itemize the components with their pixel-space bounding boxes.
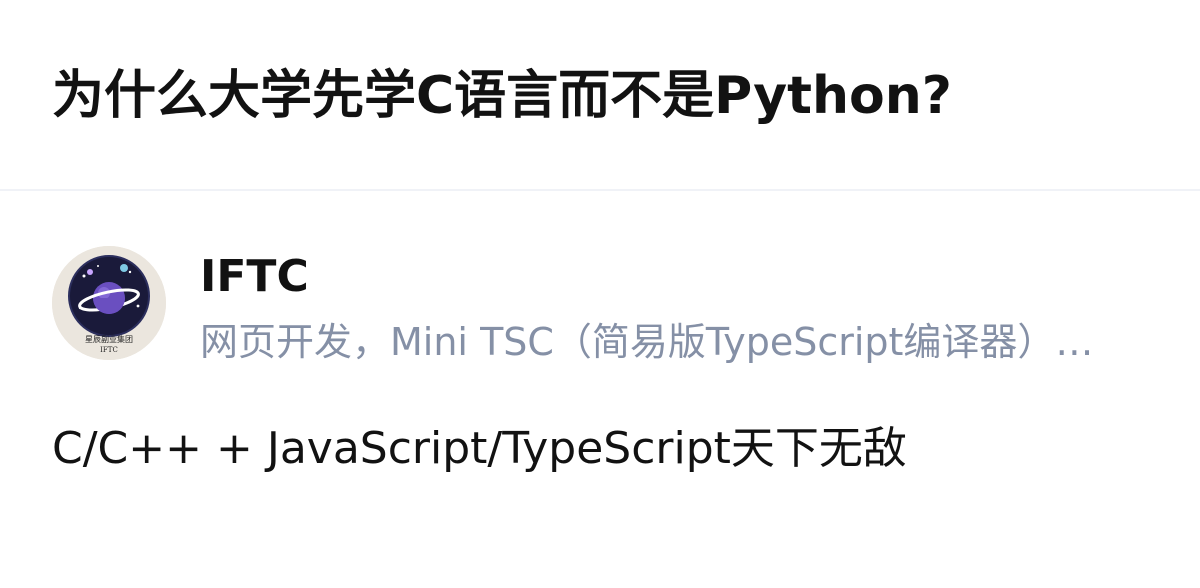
answer-excerpt[interactable]: C/C++ + JavaScript/TypeScript天下无敌 (52, 420, 1152, 478)
author-name[interactable]: IFTC (200, 250, 309, 304)
divider (0, 189, 1200, 191)
planet-logo-icon: 星辰副业集团 IFTC (52, 246, 166, 360)
svg-text:IFTC: IFTC (100, 346, 118, 354)
svg-text:星辰副业集团: 星辰副业集团 (85, 334, 133, 344)
author-avatar[interactable]: 星辰副业集团 IFTC (52, 246, 166, 360)
author-bio: 网页开发，Mini TSC（简易版TypeScript编译器）… (200, 320, 1094, 364)
question-title[interactable]: 为什么大学先学C语言而不是Python? (52, 60, 1172, 132)
answer-card: 为什么大学先学C语言而不是Python? 星辰副业集团 IFTC IFTC 网页… (0, 0, 1200, 588)
